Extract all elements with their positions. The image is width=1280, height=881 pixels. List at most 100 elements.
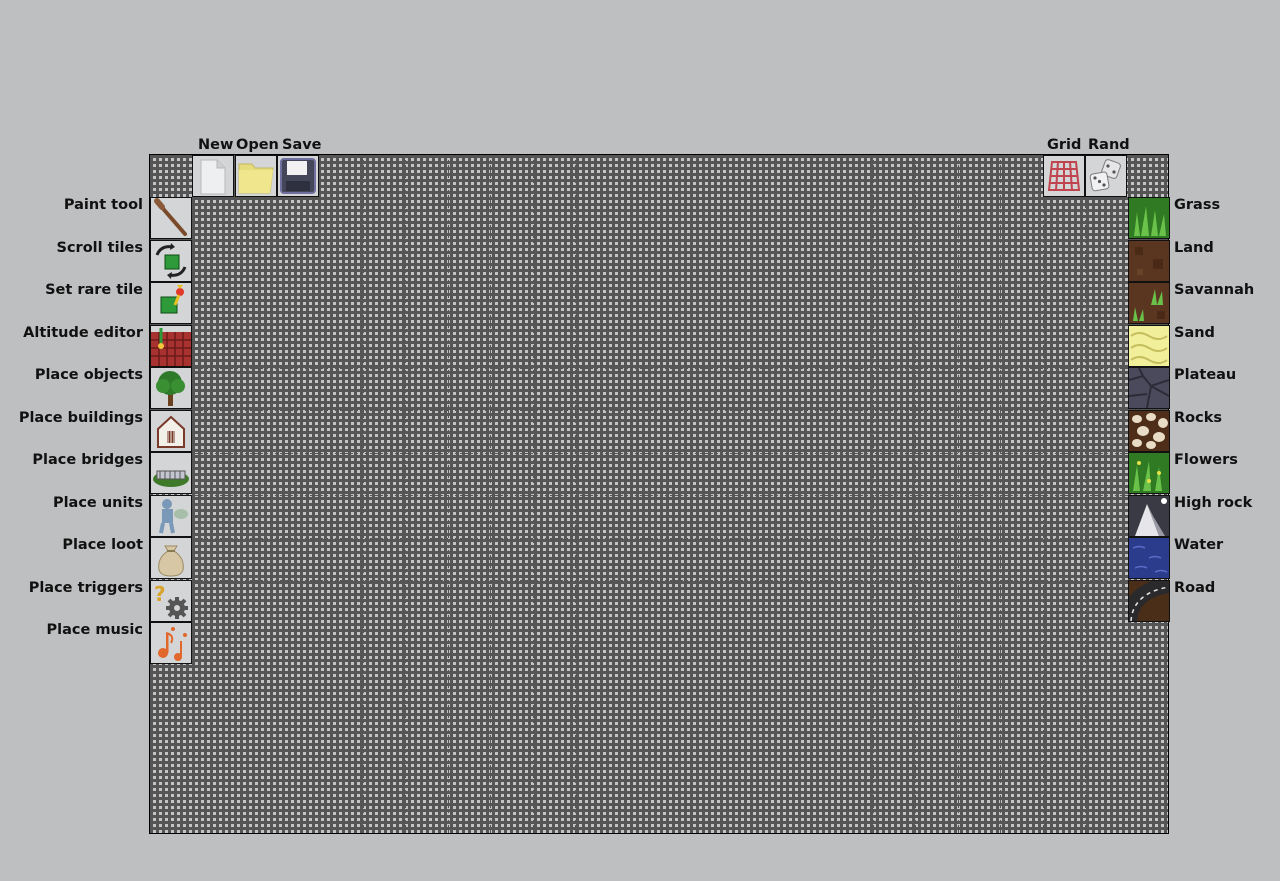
terrain-label-savannah: Savannah <box>1174 282 1255 298</box>
new-button[interactable] <box>192 155 234 197</box>
terrain-tile-rocks[interactable] <box>1128 409 1170 452</box>
sand-tile-icon <box>1129 325 1169 366</box>
grid-line <box>490 155 491 833</box>
grid-line <box>320 155 321 833</box>
save-label: Save <box>282 137 322 153</box>
save-button[interactable] <box>277 155 319 197</box>
grid-line <box>150 707 1168 709</box>
grid-line <box>150 537 1168 539</box>
tool-button-place-units[interactable] <box>150 494 192 537</box>
grid-line <box>150 580 1168 581</box>
terrain-tile-water[interactable] <box>1128 537 1170 579</box>
grid-line <box>150 495 1168 496</box>
grid-line <box>1000 155 1001 833</box>
tree-icon <box>156 371 185 406</box>
terrain-label-plateau: Plateau <box>1174 367 1237 383</box>
grid-label: Grid <box>1047 137 1082 153</box>
rocks-tile-icon <box>1129 410 1169 451</box>
grid-line <box>150 665 1168 666</box>
terrain-tile-land[interactable] <box>1128 239 1170 282</box>
terrain-tile-savannah[interactable] <box>1128 282 1170 324</box>
tool-label-set-rare-tile: Set rare tile <box>45 282 143 298</box>
open-label: Open <box>236 137 279 153</box>
altitude-grid-icon <box>151 327 191 366</box>
grid-line <box>362 155 364 833</box>
tool-label-place-buildings: Place buildings <box>18 409 143 426</box>
terrain-label-high-rock: High rock <box>1174 494 1253 511</box>
tool-label-place-music: Place music <box>46 622 144 638</box>
terrain-label-flowers: Flowers <box>1174 452 1238 468</box>
tool-button-place-objects[interactable] <box>150 367 192 409</box>
tool-label-place-bridges: Place bridges <box>32 452 143 468</box>
tool-button-place-loot[interactable] <box>150 537 192 579</box>
terrain-tile-grass[interactable] <box>1128 197 1170 239</box>
grid-line <box>830 155 831 833</box>
tool-label-place-units: Place units <box>52 494 143 511</box>
tool-button-scroll-tiles[interactable] <box>150 239 192 282</box>
grid-line <box>702 155 704 833</box>
water-tile-icon <box>1129 538 1169 578</box>
tool-button-set-rare-tile[interactable] <box>150 282 192 324</box>
savannah-tile-icon <box>1129 283 1169 323</box>
terrain-tile-high-rock[interactable] <box>1128 494 1170 537</box>
terrain-label-sand: Sand <box>1174 324 1215 341</box>
grid-line <box>617 155 619 833</box>
grid-line <box>150 622 1168 624</box>
paintbrush-icon <box>154 198 187 236</box>
bridge-icon <box>153 470 189 487</box>
land-tile-icon <box>1129 240 1169 281</box>
house-icon <box>157 415 185 448</box>
trigger-gear-icon: ? <box>154 582 188 619</box>
high-rock-tile-icon <box>1129 495 1169 536</box>
new-document-icon <box>200 159 226 195</box>
terrain-tile-road[interactable] <box>1128 579 1170 622</box>
terrain-label-water: Water <box>1174 537 1224 553</box>
grid-line <box>277 155 279 833</box>
grid-line <box>150 197 1168 199</box>
tool-label-place-objects: Place objects <box>34 367 143 383</box>
rare-tile-icon <box>160 285 184 314</box>
plateau-tile-icon <box>1129 368 1169 408</box>
rand-label: Rand <box>1088 137 1130 153</box>
flowers-tile-icon <box>1129 453 1169 493</box>
tool-button-altitude-editor[interactable] <box>150 324 192 367</box>
grid-line <box>150 282 1168 284</box>
grid-button[interactable] <box>1043 155 1085 197</box>
grid-line <box>532 155 534 833</box>
tool-button-place-triggers[interactable]: ? <box>150 579 192 622</box>
tool-label-place-loot: Place loot <box>62 537 143 553</box>
grid-line <box>150 240 1168 241</box>
grid-line <box>1042 155 1044 833</box>
grid-line <box>150 452 1168 454</box>
tool-button-paint-tool[interactable] <box>150 197 192 239</box>
grid-line <box>915 155 916 833</box>
tool-label-scroll-tiles: Scroll tiles <box>56 239 143 256</box>
grid-line <box>660 155 661 833</box>
tool-label-altitude-editor: Altitude editor <box>23 324 143 341</box>
tool-button-place-music[interactable] <box>150 622 192 664</box>
rand-button[interactable] <box>1085 155 1127 197</box>
grid-line <box>150 792 1168 794</box>
grid-line <box>150 325 1168 326</box>
grid-line <box>447 155 449 833</box>
tool-button-place-buildings[interactable] <box>150 409 192 452</box>
map-canvas[interactable] <box>149 154 1169 834</box>
grid-icon <box>1047 161 1081 191</box>
dice-icon <box>1089 159 1121 192</box>
floppy-disk-icon <box>280 158 316 194</box>
terrain-tile-plateau[interactable] <box>1128 367 1170 409</box>
grid-line <box>150 750 1168 751</box>
grid-line <box>192 155 194 833</box>
loot-bag-icon <box>158 545 184 577</box>
tool-button-place-bridges[interactable] <box>150 452 192 494</box>
terrain-label-grass: Grass <box>1174 197 1221 213</box>
road-tile-icon <box>1129 580 1169 621</box>
grid-line <box>872 155 874 833</box>
svg-text:?: ? <box>154 582 166 606</box>
grid-line <box>745 155 746 833</box>
open-button[interactable] <box>235 155 277 197</box>
terrain-tile-sand[interactable] <box>1128 324 1170 367</box>
tool-label-paint-tool: Paint tool <box>63 197 143 213</box>
terrain-tile-flowers[interactable] <box>1128 452 1170 494</box>
grid-line <box>575 155 576 833</box>
